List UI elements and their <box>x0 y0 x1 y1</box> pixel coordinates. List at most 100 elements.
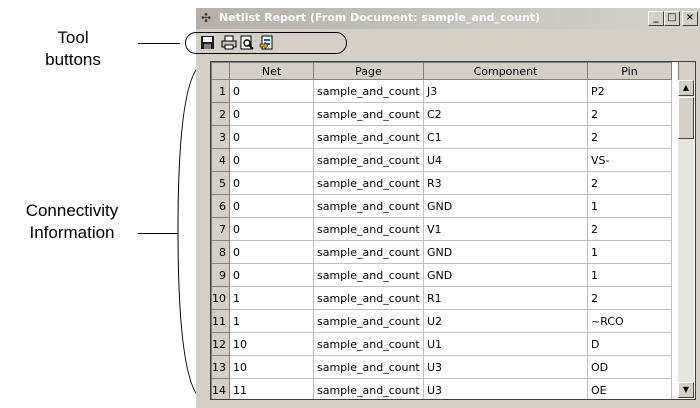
cell-pin[interactable]: 2 <box>587 125 672 149</box>
table-row[interactable]: 2 0 sample_and_count C2 2 <box>211 102 672 126</box>
cell-component[interactable]: GND <box>423 240 588 264</box>
row-number[interactable]: 5 <box>211 171 230 195</box>
cell-net[interactable]: 1 <box>229 309 314 333</box>
cell-net[interactable]: 0 <box>229 194 314 218</box>
scroll-down-button[interactable]: ▼ <box>678 382 694 398</box>
cell-component[interactable]: GND <box>423 263 588 287</box>
row-number[interactable]: 8 <box>211 240 230 264</box>
save-button[interactable] <box>200 35 216 50</box>
table-row[interactable]: 1 0 sample_and_count J3 P2 <box>211 79 672 103</box>
cell-pin[interactable]: 1 <box>587 263 672 287</box>
table-row[interactable]: 9 0 sample_and_count GND 1 <box>211 263 672 287</box>
cell-page[interactable]: sample_and_count <box>313 309 424 333</box>
cell-pin[interactable]: 1 <box>587 240 672 264</box>
close-button[interactable]: × <box>682 11 698 26</box>
table-row[interactable]: 11 1 sample_and_count U2 ~RCO <box>211 309 672 333</box>
table-row[interactable]: 3 0 sample_and_count C1 2 <box>211 125 672 149</box>
row-number[interactable]: 11 <box>211 309 230 333</box>
cell-page[interactable]: sample_and_count <box>313 79 424 103</box>
column-header-page[interactable]: Page <box>313 62 424 80</box>
cell-net[interactable]: 0 <box>229 148 314 172</box>
cell-pin[interactable]: OD <box>587 355 672 379</box>
cell-page[interactable]: sample_and_count <box>313 148 424 172</box>
cell-component[interactable]: V1 <box>423 217 588 241</box>
vertical-scrollbar[interactable]: ▲ ▼ <box>678 80 694 398</box>
cell-page[interactable]: sample_and_count <box>313 217 424 241</box>
cell-pin[interactable]: 1 <box>587 194 672 218</box>
cell-pin[interactable]: VS- <box>587 148 672 172</box>
row-number[interactable]: 12 <box>211 332 230 356</box>
cell-net[interactable]: 10 <box>229 332 314 356</box>
row-number[interactable]: 6 <box>211 194 230 218</box>
cell-net[interactable]: 0 <box>229 171 314 195</box>
cell-page[interactable]: sample_and_count <box>313 263 424 287</box>
cell-pin[interactable]: 2 <box>587 286 672 310</box>
cell-component[interactable]: U1 <box>423 332 588 356</box>
column-header-net[interactable]: Net <box>229 62 314 80</box>
cell-component[interactable]: C1 <box>423 125 588 149</box>
cell-component[interactable]: U3 <box>423 355 588 379</box>
cell-component[interactable]: R3 <box>423 171 588 195</box>
export-button[interactable] <box>259 35 275 50</box>
cell-page[interactable]: sample_and_count <box>313 125 424 149</box>
cell-pin[interactable]: 2 <box>587 102 672 126</box>
title-bar[interactable]: ✣ Netlist Report (From Document: sample_… <box>196 8 700 29</box>
cell-component[interactable]: GND <box>423 194 588 218</box>
table-row[interactable]: 14 11 sample_and_count U3 OE <box>211 378 672 399</box>
table-row[interactable]: 6 0 sample_and_count GND 1 <box>211 194 672 218</box>
cell-pin[interactable]: D <box>587 332 672 356</box>
cell-pin[interactable]: 2 <box>587 171 672 195</box>
print-preview-button[interactable] <box>239 35 255 50</box>
cell-component[interactable]: U4 <box>423 148 588 172</box>
table-row[interactable]: 12 10 sample_and_count U1 D <box>211 332 672 356</box>
cell-page[interactable]: sample_and_count <box>313 171 424 195</box>
scroll-up-button[interactable]: ▲ <box>678 80 694 96</box>
cell-net[interactable]: 11 <box>229 378 314 399</box>
cell-page[interactable]: sample_and_count <box>313 332 424 356</box>
cell-net[interactable]: 0 <box>229 217 314 241</box>
cell-component[interactable]: U2 <box>423 309 588 333</box>
print-button[interactable] <box>221 35 237 50</box>
row-number[interactable]: 2 <box>211 102 230 126</box>
cell-net[interactable]: 0 <box>229 263 314 287</box>
maximize-button[interactable]: □ <box>664 11 680 26</box>
cell-net[interactable]: 10 <box>229 355 314 379</box>
scroll-thumb[interactable] <box>678 97 694 139</box>
row-number-header[interactable] <box>211 62 230 80</box>
table-row[interactable]: 5 0 sample_and_count R3 2 <box>211 171 672 195</box>
table-row[interactable]: 8 0 sample_and_count GND 1 <box>211 240 672 264</box>
row-number[interactable]: 4 <box>211 148 230 172</box>
cell-page[interactable]: sample_and_count <box>313 286 424 310</box>
cell-component[interactable]: J3 <box>423 79 588 103</box>
cell-net[interactable]: 0 <box>229 240 314 264</box>
cell-net[interactable]: 1 <box>229 286 314 310</box>
column-header-pin[interactable]: Pin <box>587 62 672 80</box>
row-number[interactable]: 14 <box>211 378 230 399</box>
table-row[interactable]: 10 1 sample_and_count R1 2 <box>211 286 672 310</box>
cell-pin[interactable]: P2 <box>587 79 672 103</box>
row-number[interactable]: 1 <box>211 79 230 103</box>
cell-net[interactable]: 0 <box>229 125 314 149</box>
cell-page[interactable]: sample_and_count <box>313 240 424 264</box>
row-number[interactable]: 13 <box>211 355 230 379</box>
cell-page[interactable]: sample_and_count <box>313 102 424 126</box>
cell-net[interactable]: 0 <box>229 102 314 126</box>
cell-pin[interactable]: OE <box>587 378 672 399</box>
cell-pin[interactable]: ~RCO <box>587 309 672 333</box>
cell-page[interactable]: sample_and_count <box>313 355 424 379</box>
table-row[interactable]: 7 0 sample_and_count V1 2 <box>211 217 672 241</box>
cell-component[interactable]: U3 <box>423 378 588 399</box>
table-row[interactable]: 4 0 sample_and_count U4 VS- <box>211 148 672 172</box>
cell-component[interactable]: C2 <box>423 102 588 126</box>
table-row[interactable]: 13 10 sample_and_count U3 OD <box>211 355 672 379</box>
row-number[interactable]: 10 <box>211 286 230 310</box>
row-number[interactable]: 7 <box>211 217 230 241</box>
cell-page[interactable]: sample_and_count <box>313 378 424 399</box>
row-number[interactable]: 9 <box>211 263 230 287</box>
minimize-button[interactable]: _ <box>648 11 664 26</box>
cell-net[interactable]: 0 <box>229 79 314 103</box>
cell-page[interactable]: sample_and_count <box>313 194 424 218</box>
column-header-component[interactable]: Component <box>423 62 588 80</box>
cell-pin[interactable]: 2 <box>587 217 672 241</box>
row-number[interactable]: 3 <box>211 125 230 149</box>
